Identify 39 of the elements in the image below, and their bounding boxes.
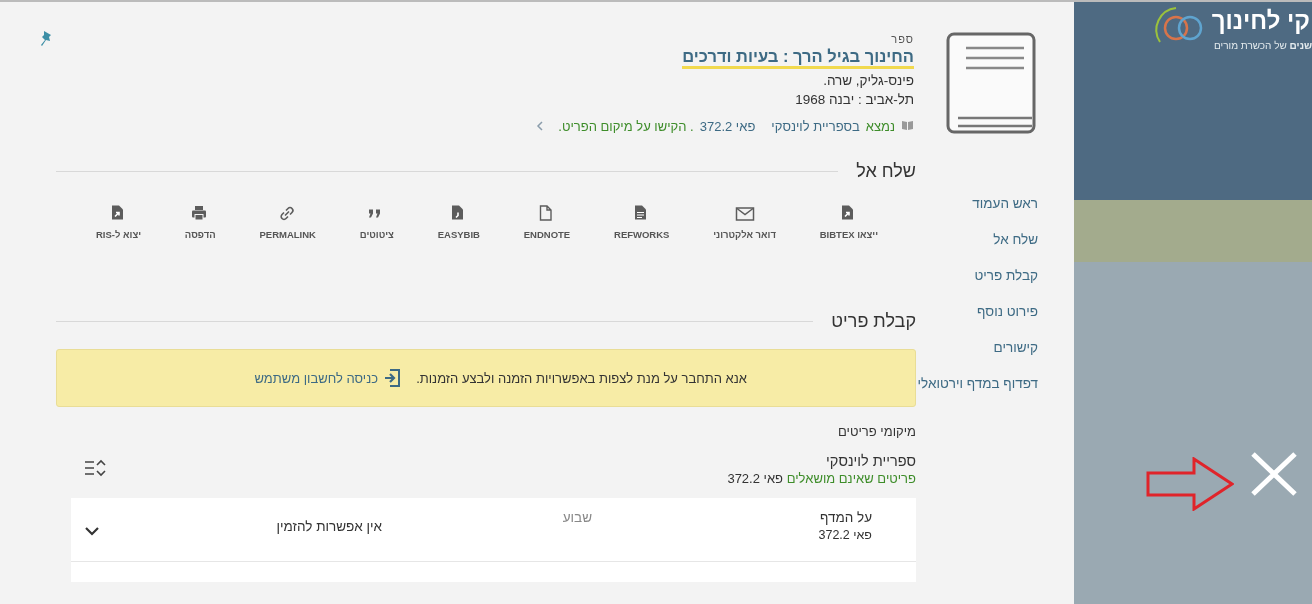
record-title[interactable]: החינוך בגיל הרך : בעיות ודרכים [682,47,914,69]
nav-link[interactable]: פירוט נוסף [916,303,1038,339]
nav-link[interactable]: ראש העמוד [916,195,1038,231]
author: פינס-גליק, שרה. [823,73,914,88]
send-to-button[interactable]: REFWORKS [610,204,674,276]
send-to-button[interactable]: יצוא ל-RIS [91,204,146,276]
locations-label: מיקומי פריטים [837,424,916,439]
login-icon[interactable] [384,369,401,387]
record-type: ספר [891,33,914,45]
loan-period: שבוע [561,510,592,525]
nav-link[interactable]: קבלת פריט [916,267,1038,303]
send-to-button[interactable]: דואר אלקטרוני [709,204,780,276]
nav-link[interactable]: דפדוף במדף וירטואלי [916,375,1038,411]
send-to-button[interactable]: PERMALINK [255,204,320,276]
item-row[interactable]: על המדף פאי 372.2 שבוע אין אפשרות להזמין [71,498,916,562]
envelope-icon[interactable] [734,204,755,222]
nav-link[interactable]: שלח אל [916,231,1038,267]
login-link[interactable]: כניסה לחשבון משתמש [254,369,401,387]
send-to-button[interactable]: ENDNOTE [519,204,575,276]
send-to-button[interactable]: הדפסה [180,204,220,276]
section-heading: שלח אל [856,161,916,182]
availability-note: . הקישו על מיקום הפריט. [558,119,694,134]
call-number-link[interactable]: פאי 372.2 [699,119,756,134]
publication: תל-אביב : יבנה 1968 [795,92,914,107]
shelf-location: על המדף [818,510,872,525]
logo-name: קי לחינוך [1211,6,1310,36]
send-to-button[interactable]: EASYBIB [433,204,484,276]
alert-message: אנא התחבר על מנת לצפות באפשרויות הזמנה ולבצע הזמנות. [416,370,747,386]
section-heading: קבלת פריט [831,311,916,332]
library-link[interactable]: בספריית לוינסקי [771,119,860,134]
availability-status: נמצא [865,119,895,134]
location-availability: פריטים שאינם מושאלים פאי 372.2 [727,471,916,486]
library-name: ספריית לוינסקי [825,453,916,469]
send-to-button[interactable]: ייצאו BIBTEX [815,204,883,276]
item-call-number: פאי 372.2 [817,528,872,542]
request-status: אין אפשרות להזמין [275,519,382,534]
nav-link[interactable]: קישורים [916,339,1038,375]
send-to-button[interactable]: ציטוטים [355,204,398,276]
logo-tagline: שנים של הכשרת מורים [1214,40,1312,51]
